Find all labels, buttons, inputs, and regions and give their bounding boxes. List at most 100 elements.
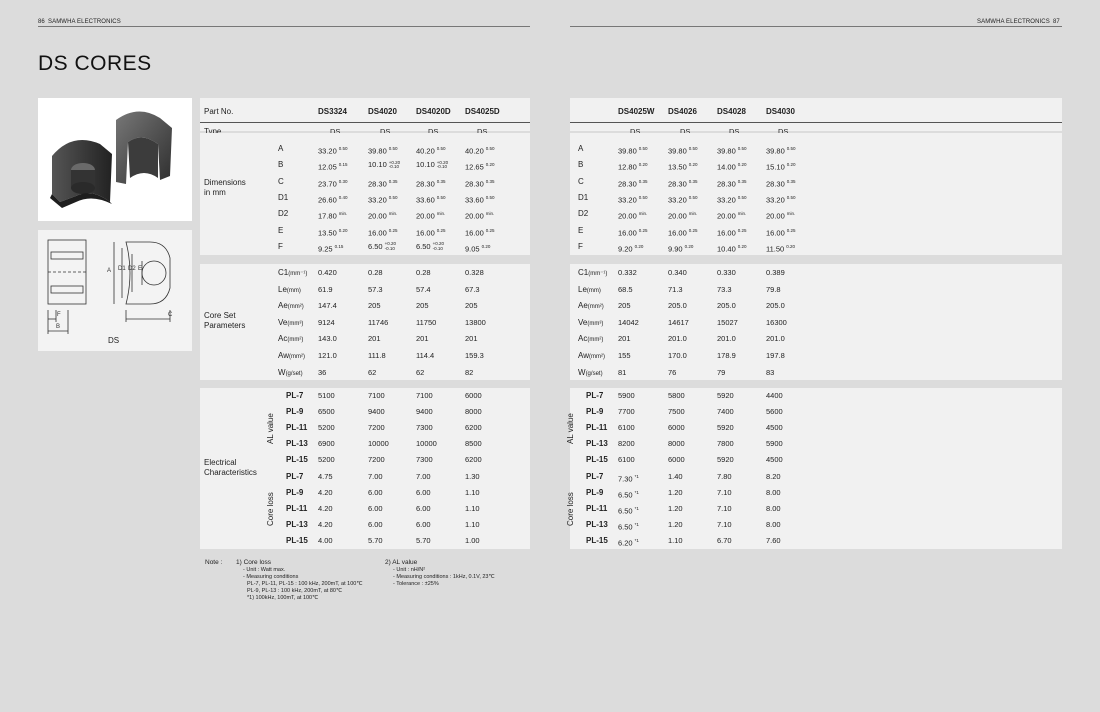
dim-tolerance: 0.20 [485,162,495,168]
part-number: DS4030 [766,107,795,116]
electrical-value: 7.10 [717,519,732,529]
left-core-set-label: Core Set [204,311,236,320]
dim-key: A [578,144,584,153]
footnote-mark: *1 [634,473,639,479]
electrical-value: 8500 [465,439,482,449]
dim-value: 6.50 +0.20 -0.10 [368,241,396,251]
page-number-left: 86 [38,19,45,25]
dim-value: 6.50 +0.20 -0.10 [416,241,444,251]
electrical-value: 4400 [766,391,783,400]
param-value: 205 [368,301,381,311]
dim-tolerance: 0.50 [786,146,796,151]
electrical-value: 7.00 [416,471,431,481]
dim-tolerance: 0.50 [436,146,446,151]
dim-tolerance-stack: +0.20 -0.10 [389,160,400,170]
param-key: W(g/set) [578,367,603,377]
dim-key: D2 [278,209,289,219]
param-value: 76 [668,367,677,377]
dim-tolerance: 0.20 [786,162,796,168]
param-value: 71.3 [668,284,683,294]
param-value: 36 [318,367,327,377]
param-unit: (mm) [286,287,301,294]
electrical-key: PL-9 [586,407,604,417]
electrical-value: 6.00 [416,487,431,497]
param-value: 205.0 [717,301,736,311]
param-value: 114.4 [416,351,435,360]
param-value: 201.0 [717,334,736,344]
electrical-value: 10000 [368,439,389,449]
dim-tolerance: 0.25 [786,227,796,233]
param-key: Ve(mm³) [578,317,604,327]
electrical-panel: Electrical Characteristics AL value Core lo… [200,388,530,549]
dim-min: min. [638,211,648,217]
dim-value: 9.90 0.20 [668,243,694,254]
dim-key: F [578,241,583,251]
electrical-value: 6200 [465,423,482,433]
dim-tolerance: 0.20 [786,243,795,249]
electrical-key: PL-9 [286,487,304,497]
electrical-value: 1.00 [465,535,480,545]
param-value: 201 [368,334,381,344]
header-panel: Part No. Type DS3324 DS4020 DS4020D DS4025D DS… [200,98,530,136]
param-value: 0.332 [618,268,637,277]
note-core-loss-line: *1) 100kHz, 100mT, at 100℃ [247,595,319,601]
electrical-key: PL-13 [586,439,608,449]
electrical-key: PL-7 [286,471,304,481]
dim-key: D2 [578,209,589,219]
dim-tolerance: 0.40 [338,194,348,200]
electrical-value: 1.20 [668,503,683,513]
electrical-value: 7300 [416,455,433,465]
param-value: 68.5 [618,284,633,294]
electrical-value: 8.20 [766,471,781,481]
dim-tolerance: 0.35 [436,178,446,184]
dim-tolerance: 0.50 [737,194,747,200]
electrical-value: 6200 [465,455,482,465]
param-value: 155 [618,351,631,360]
param-value: 0.328 [465,268,484,277]
param-key: Aw(mm²) [578,351,605,360]
part-number: DS4028 [717,107,746,116]
electrical-value: 5.70 [368,535,383,545]
electrical-key: PL-11 [286,503,308,513]
dim-min: min. [688,211,698,217]
dim-key: D1 [278,192,289,202]
param-value: 16300 [766,317,787,327]
tol-minus: -0.10 [436,164,448,170]
param-value: 73.3 [717,284,732,294]
electrical-value: 6.00 [416,519,431,529]
param-value: 11750 [416,317,437,327]
dim-tolerance: 0.30 [338,178,348,184]
dim-key: A [278,144,284,153]
param-unit: (mm²) [588,354,605,360]
param-value: 201.0 [766,334,785,344]
note-core-loss-title: 1) Core loss [236,559,272,566]
dim-min: min. [338,211,348,217]
dim-label-c: C [168,312,173,318]
note-label: Note : [205,559,223,566]
company-left: SAMWHA ELECTRONICS [48,19,121,25]
dim-min: min. [388,211,398,217]
dim-tolerance: 0.20 [481,243,491,249]
param-value: 201 [416,334,429,344]
electrical-value: 5800 [668,391,685,400]
part-number: DS4025W [618,107,655,116]
electrical-value: 6.00 [368,487,383,497]
dim-tolerance: 0.50 [786,194,796,200]
param-key: C1(mm⁻¹) [278,268,308,277]
dim-tolerance: 0.25 [436,227,446,233]
dim-tolerance: 0.25 [485,227,495,233]
electrical-value: 7.80 [717,471,732,481]
core-set-panel: Core Set Parameters C1(mm⁻¹) 0.420 0.28 0.28 0… [200,264,530,380]
param-value: 201 [618,334,631,344]
param-value: 79.8 [766,284,781,294]
electrical-value: 7.10 [717,503,732,513]
electrical-value: 1.10 [668,535,683,545]
dim-value: 11.50 0.20 [766,243,795,254]
param-value: 79 [717,367,726,377]
dim-label-a: A [107,268,111,274]
param-value: 0.389 [766,268,785,277]
dimensions-panel: Dimensions in mm A 33.20 0.50 39.80 0.50 40.20 0… [200,133,530,255]
footnote-mark: *1 [634,489,639,495]
param-value: 57.4 [416,284,431,294]
note-core-loss-line: - Unit : Watt max. [243,567,286,573]
